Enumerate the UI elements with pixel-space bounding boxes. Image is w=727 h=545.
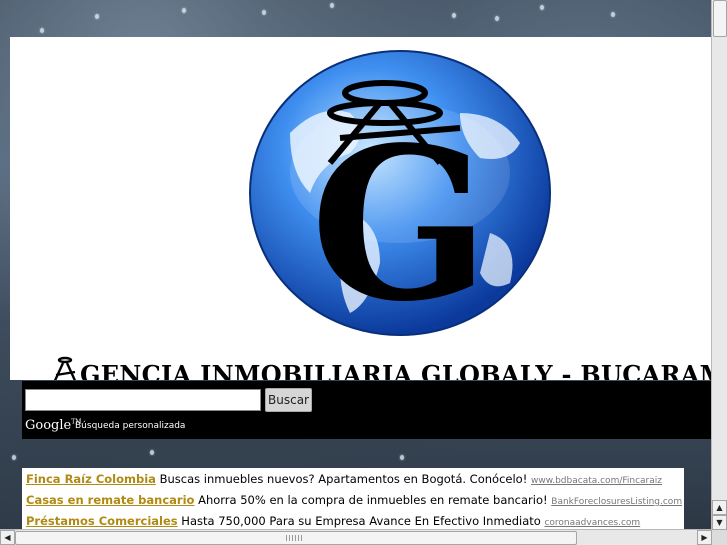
ad-text: Ahorra 50% en la compra de inmuebles en … xyxy=(194,493,552,507)
ad-text: Hasta 750,000 Para su Empresa Avance En … xyxy=(177,514,545,528)
search-button[interactable]: Buscar xyxy=(265,388,312,412)
ad-item: Casas en remate bancario Ahorra 50% en l… xyxy=(26,493,682,507)
ad-url[interactable]: www.bdbacata.com/Fincaraiz xyxy=(531,476,662,486)
ad-url[interactable]: BankForeclosuresListing.com xyxy=(551,497,682,507)
ad-link[interactable]: Finca Raíz Colombia xyxy=(26,472,156,486)
scroll-down-icon[interactable]: ▼ xyxy=(712,515,727,530)
ad-link[interactable]: Préstamos Comerciales xyxy=(26,514,178,528)
google-logo-text: Google xyxy=(25,418,72,433)
horizontal-scroll-thumb[interactable] xyxy=(15,531,577,545)
scroll-left-icon[interactable]: ◀ xyxy=(0,530,15,545)
compass-logo-icon xyxy=(53,356,77,380)
vertical-scroll-thumb[interactable] xyxy=(713,0,727,37)
custom-search-label: Búsqueda personalizada xyxy=(75,421,186,431)
horizontal-scrollbar[interactable]: ◀ ▶ xyxy=(0,529,712,545)
scroll-right-icon[interactable]: ▶ xyxy=(697,530,712,545)
ads-block: Finca Raíz Colombia Buscas inmuebles nue… xyxy=(22,468,684,534)
header-banner: G GENCIA INMOBILIARIA GLOBALY - BUCARAMA… xyxy=(10,37,727,380)
svg-text:G: G xyxy=(310,101,489,348)
ad-url[interactable]: coronaadvances.com xyxy=(544,518,640,528)
scrollbar-corner xyxy=(712,530,727,545)
search-bar: Buscar GoogleTM Búsqueda personalizada xyxy=(22,381,727,439)
ad-item: Finca Raíz Colombia Buscas inmuebles nue… xyxy=(26,472,662,486)
google-logo: GoogleTM xyxy=(25,418,81,433)
ad-item: Préstamos Comerciales Hasta 750,000 Para… xyxy=(26,514,640,528)
vertical-scrollbar[interactable]: ▲ ▼ xyxy=(711,0,727,530)
page-title: GENCIA INMOBILIARIA GLOBALY - BUCARAMANG… xyxy=(50,355,727,380)
search-input[interactable] xyxy=(25,389,261,411)
page-title-text: GENCIA INMOBILIARIA GLOBALY - BUCARAMANG… xyxy=(80,360,727,380)
globe-g-logo-icon: G xyxy=(249,50,551,348)
scroll-grip-icon xyxy=(286,535,304,541)
ad-link[interactable]: Casas en remate bancario xyxy=(26,493,194,507)
scroll-up-icon[interactable]: ▲ xyxy=(712,500,727,515)
ad-text: Buscas inmuebles nuevos? Apartamentos en… xyxy=(155,472,531,486)
